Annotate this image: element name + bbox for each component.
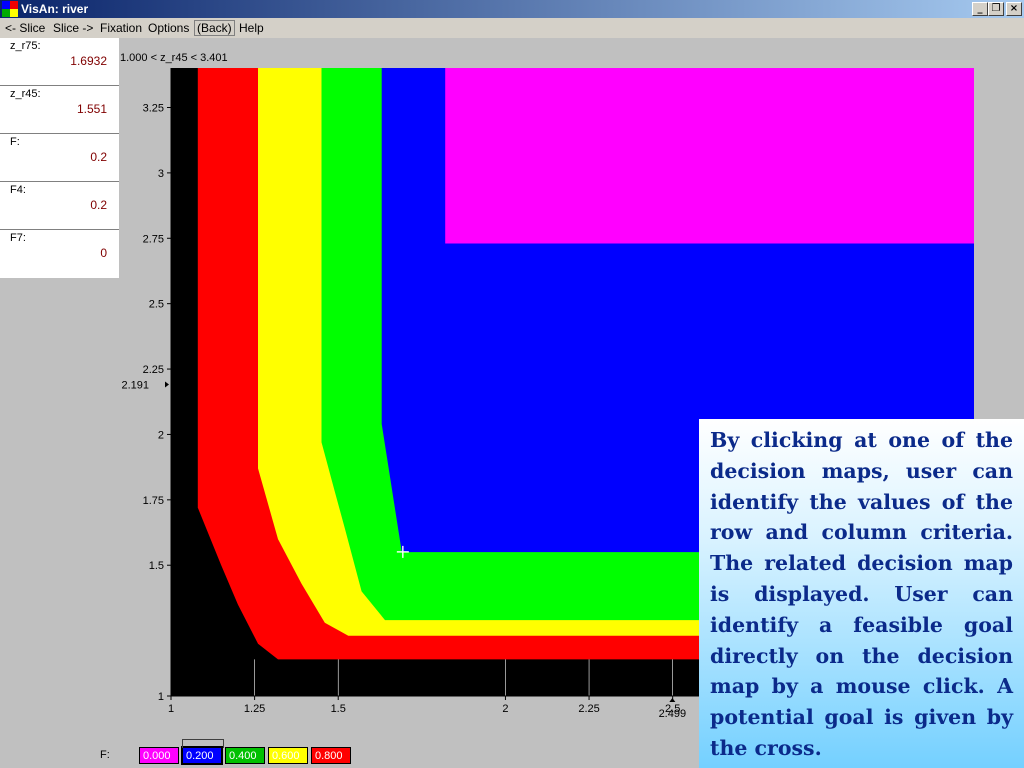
legend-item[interactable]: 0.800 <box>311 747 351 764</box>
x-marker-label: 2.499 <box>659 708 687 720</box>
y-tick-label: 3.25 <box>143 102 164 114</box>
legend-title: F: <box>100 749 110 761</box>
y-tick-label: 1.75 <box>143 495 164 507</box>
x-tick-label: 2 <box>502 703 508 715</box>
y-marker-label: 2.191 <box>121 379 149 391</box>
y-tick-label: 3 <box>158 168 164 180</box>
legend-item[interactable]: 0.000 <box>139 747 179 764</box>
x-tick-label: 2.25 <box>578 703 599 715</box>
x-marker-arrow <box>669 698 676 702</box>
legend-item[interactable]: 0.400 <box>225 747 265 764</box>
region-f-0-000 <box>445 68 974 244</box>
y-tick-label: 2.75 <box>143 233 164 245</box>
y-tick-label: 1 <box>158 691 164 703</box>
caption-text: By clicking at one of the decision maps,… <box>699 419 1024 768</box>
y-tick-label: 2 <box>158 429 164 441</box>
y-tick-label: 2.5 <box>149 299 164 311</box>
y-tick-label: 1.5 <box>149 560 164 572</box>
x-tick-label: 1.5 <box>331 703 346 715</box>
x-tick-label: 1.25 <box>244 703 265 715</box>
y-tick-label: 2.25 <box>143 364 164 376</box>
legend-item[interactable]: 0.200 <box>181 739 224 765</box>
x-tick-label: 1 <box>168 703 174 715</box>
legend-item[interactable]: 0.600 <box>268 747 308 764</box>
y-marker-arrow <box>165 381 169 388</box>
